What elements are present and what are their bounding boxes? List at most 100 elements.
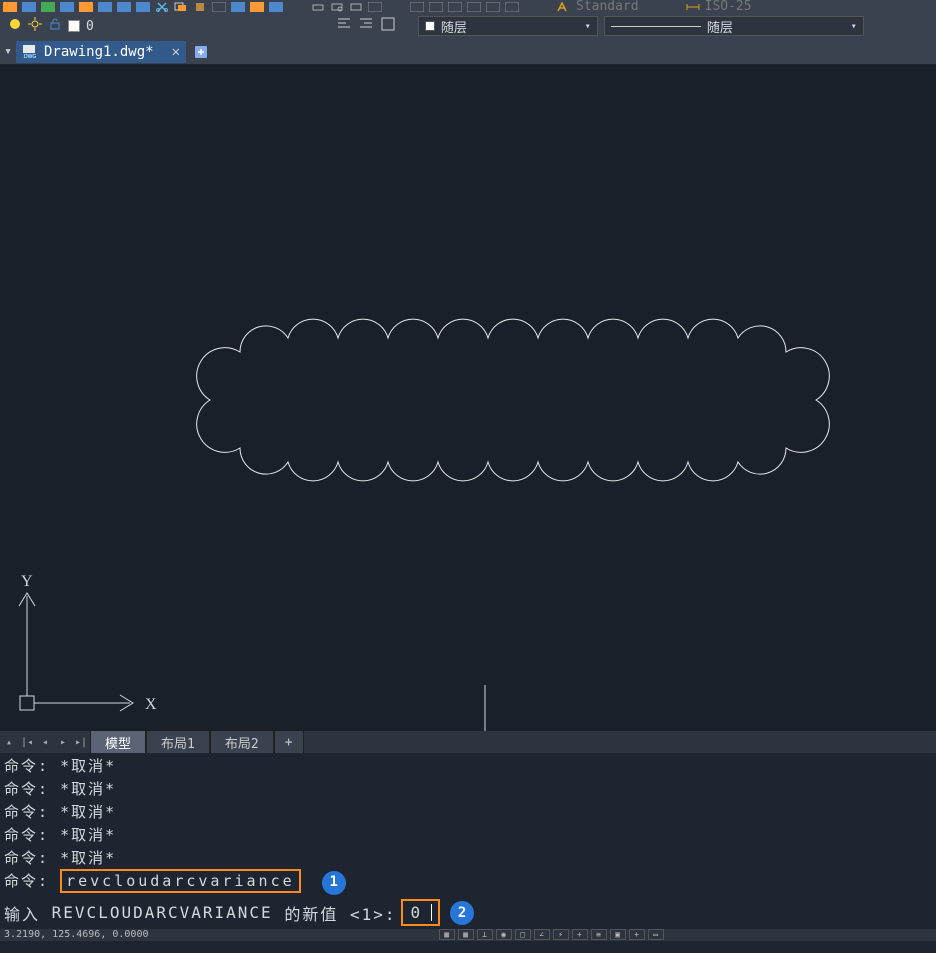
layout-prev-icon[interactable]: ◂ xyxy=(36,731,54,753)
cut-icon[interactable] xyxy=(154,1,170,12)
ucs-x-label: X xyxy=(145,696,157,713)
bylayer-label: 随层 xyxy=(441,17,467,36)
toolbar-icon[interactable] xyxy=(249,1,265,12)
paste-icon[interactable] xyxy=(192,1,208,12)
text-style-value: Standard xyxy=(576,0,639,13)
lightbulb-on-icon[interactable] xyxy=(8,17,22,35)
layout-collapse-icon[interactable]: ▴ xyxy=(0,731,18,753)
lineweight-preview xyxy=(611,26,701,27)
command-variable-name: REVCLOUDARCVARIANCE xyxy=(52,903,273,922)
command-current-line: 命令: revcloudarcvariance 1 xyxy=(4,870,932,895)
toolbar-icon[interactable] xyxy=(59,1,75,12)
layer-color-swatch[interactable] xyxy=(68,20,80,32)
ucs-y-label: Y xyxy=(21,573,33,590)
command-history-line: 命令: *取消* xyxy=(4,824,932,847)
close-icon[interactable]: ✕ xyxy=(172,44,180,60)
status-icon[interactable]: ▭ xyxy=(648,929,664,940)
toolbar-icon[interactable] xyxy=(428,1,444,12)
print-icon[interactable] xyxy=(310,1,326,12)
toolbar-icon[interactable] xyxy=(97,1,113,12)
otrack-mode-icon[interactable]: ∠ xyxy=(534,929,550,940)
sun-icon[interactable] xyxy=(28,17,42,35)
toolbar-icon[interactable] xyxy=(2,1,18,12)
toolbar-icon[interactable] xyxy=(78,1,94,12)
command-history-line: 命令: *取消* xyxy=(4,801,932,824)
dim-style-dropdown[interactable]: ISO-25 xyxy=(685,0,752,13)
command-history-line: 命令: *取消* xyxy=(4,755,932,778)
chevron-down-icon: ▾ xyxy=(585,21,591,32)
tab-add-layout[interactable]: + xyxy=(274,731,304,753)
snap-mode-icon[interactable]: ▦ xyxy=(439,929,455,940)
layout-last-icon[interactable]: ▸| xyxy=(72,731,90,753)
new-tab-button[interactable] xyxy=(188,41,214,63)
toolbar-icon[interactable] xyxy=(21,1,37,12)
highlighted-command: revcloudarcvariance xyxy=(60,869,301,893)
layout-first-icon[interactable]: |◂ xyxy=(18,731,36,753)
ucs-icon: X Y xyxy=(15,571,165,721)
layout-next-icon[interactable]: ▸ xyxy=(54,731,72,753)
color-swatch xyxy=(425,21,435,31)
copy-icon[interactable] xyxy=(173,1,189,12)
ortho-mode-icon[interactable]: ⊥ xyxy=(477,929,493,940)
crosshair-cursor xyxy=(435,685,535,731)
grid-mode-icon[interactable]: ▦ xyxy=(458,929,474,940)
toolbar-icon[interactable] xyxy=(135,1,151,12)
cursor-coordinates: 3.2190, 125.4696, 0.0000 xyxy=(4,929,149,940)
toolbar-icon[interactable] xyxy=(447,1,463,12)
lineweight-dropdown[interactable]: 随层 ▾ xyxy=(604,16,864,36)
bylayer-label: 随层 xyxy=(707,17,733,36)
status-icon[interactable]: + xyxy=(629,929,645,940)
toolbar-icon[interactable] xyxy=(367,1,383,12)
dynamic-input-icon[interactable]: ⚡ xyxy=(553,929,569,940)
status-mode-buttons: ▦ ▦ ⊥ ◉ □ ∠ ⚡ + ≡ ▣ + ▭ xyxy=(439,929,664,940)
toolbar-icon[interactable] xyxy=(116,1,132,12)
toolbar-icon[interactable] xyxy=(40,1,56,12)
annotation-callout-2: 2 xyxy=(450,901,474,925)
toolbar-icon[interactable] xyxy=(485,1,501,12)
command-history: 命令: *取消* 命令: *取消* 命令: *取消* 命令: *取消* 命令: … xyxy=(0,753,936,897)
align-right-icon[interactable] xyxy=(358,16,374,36)
text-style-dropdown[interactable]: Standard xyxy=(556,0,639,13)
command-prompt-suffix: 的新值 <1>: xyxy=(284,901,396,925)
toolbar-icon[interactable] xyxy=(380,16,396,36)
status-bar: 3.2190, 125.4696, 0.0000 ▦ ▦ ⊥ ◉ □ ∠ ⚡ +… xyxy=(0,929,936,941)
command-input-value[interactable]: 0 xyxy=(401,899,441,926)
chevron-down-icon: ▾ xyxy=(851,21,857,32)
dwg-file-icon: DWG xyxy=(22,44,38,60)
command-input-row[interactable]: 输入 REVCLOUDARCVARIANCE 的新值 <1>: 0 2 xyxy=(0,897,936,929)
lineweight-display-icon[interactable]: + xyxy=(572,929,588,940)
toolbar-icon[interactable] xyxy=(348,1,364,12)
toolbar-icon[interactable] xyxy=(504,1,520,12)
tab-layout1[interactable]: 布局1 xyxy=(146,731,210,753)
revision-cloud-shape xyxy=(190,300,850,510)
toolbar-icon[interactable] xyxy=(268,1,284,12)
command-history-line: 命令: *取消* xyxy=(4,778,932,801)
layer-properties-toolbar: 0 随层 ▾ 随层 ▾ xyxy=(0,13,936,39)
color-dropdown[interactable]: 随层 ▾ xyxy=(418,16,598,36)
print-preview-icon[interactable] xyxy=(329,1,345,12)
osnap-mode-icon[interactable]: □ xyxy=(515,929,531,940)
dim-style-value: ISO-25 xyxy=(705,0,752,13)
align-left-icon[interactable] xyxy=(336,16,352,36)
document-tab-bar: ▾ DWG Drawing1.dwg* ✕ xyxy=(0,39,936,65)
tab-list-dropdown-icon[interactable]: ▾ xyxy=(0,44,16,59)
status-icon[interactable]: ▣ xyxy=(610,929,626,940)
lock-open-icon[interactable] xyxy=(48,17,62,35)
toolbar-icon[interactable] xyxy=(230,1,246,12)
layer-state-icons[interactable]: 0 xyxy=(8,17,94,35)
quick-access-toolbar: Standard ISO-25 xyxy=(0,0,936,13)
layer-name: 0 xyxy=(86,19,94,34)
layout-tab-strip: ▴ |◂ ◂ ▸ ▸| 模型 布局1 布局2 + xyxy=(0,731,936,753)
toolbar-icon[interactable] xyxy=(466,1,482,12)
status-icon[interactable]: ≡ xyxy=(591,929,607,940)
drawing-canvas[interactable]: X Y xyxy=(0,65,936,731)
file-tab-active[interactable]: DWG Drawing1.dwg* ✕ xyxy=(16,41,186,63)
tab-model[interactable]: 模型 xyxy=(90,731,146,753)
toolbar-icon[interactable] xyxy=(409,1,425,12)
tab-layout2[interactable]: 布局2 xyxy=(210,731,274,753)
toolbar-icon[interactable] xyxy=(211,1,227,12)
annotation-callout-1: 1 xyxy=(322,871,346,895)
polar-mode-icon[interactable]: ◉ xyxy=(496,929,512,940)
svg-text:DWG: DWG xyxy=(24,54,36,60)
file-tab-title: Drawing1.dwg* xyxy=(44,44,154,60)
